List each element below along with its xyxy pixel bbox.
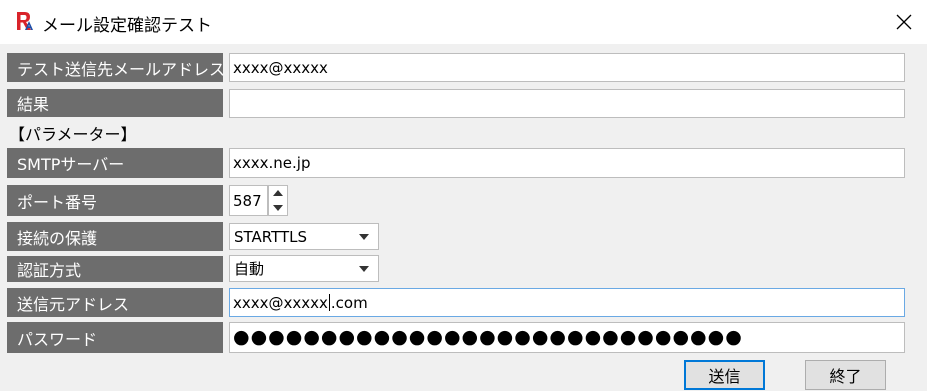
smtp-server-label: SMTPサーバー (7, 148, 223, 178)
test-address-value: xxxx@xxxxx (233, 58, 328, 77)
close-button[interactable] (881, 0, 927, 44)
chevron-down-icon (273, 205, 283, 211)
connection-security-select[interactable]: STARTTLS (229, 223, 379, 250)
port-decrement-button[interactable] (269, 201, 287, 215)
port-value: 587 (233, 191, 262, 210)
window-title: メール設定確認テスト (42, 16, 212, 36)
auth-method-select[interactable]: 自動 (229, 255, 379, 282)
send-button[interactable]: 送信 (684, 360, 765, 390)
auth-method-label: 認証方式 (7, 256, 223, 282)
password-input[interactable]: ●●●●●●●●●●●●●●●●●●●●●●●●●●●●● (229, 322, 905, 353)
password-value: ●●●●●●●●●●●●●●●●●●●●●●●●●●●●● (233, 326, 743, 348)
auth-method-value: 自動 (234, 260, 265, 278)
app-logo-icon (15, 10, 35, 32)
from-address-value-start: xxxx@xxxxx (233, 293, 328, 312)
parameters-heading: 【パラメーター】 (9, 125, 137, 144)
from-address-input[interactable]: xxxx@xxxxx .com (229, 288, 905, 317)
connection-security-label: 接続の保護 (7, 222, 223, 251)
port-increment-button[interactable] (269, 186, 287, 200)
exit-button[interactable]: 終了 (805, 360, 886, 390)
port-label: ポート番号 (7, 185, 223, 216)
text-caret (328, 294, 330, 311)
result-label: 結果 (7, 89, 223, 117)
from-address-label: 送信元アドレス (7, 288, 223, 317)
result-field[interactable] (229, 89, 905, 118)
title-bar: メール設定確認テスト (0, 0, 927, 44)
port-input[interactable]: 587 (229, 185, 268, 216)
close-icon (896, 14, 912, 30)
smtp-server-input[interactable]: xxxx.ne.jp (229, 148, 905, 178)
from-address-value-end: .com (330, 293, 368, 312)
test-address-label: テスト送信先メールアドレス (7, 53, 225, 82)
dropdown-arrow-icon (359, 265, 369, 272)
test-address-input[interactable]: xxxx@xxxxx (229, 53, 905, 82)
dropdown-arrow-icon (359, 233, 369, 240)
smtp-server-value: xxxx.ne.jp (233, 154, 311, 172)
connection-security-value: STARTTLS (234, 227, 308, 246)
password-label: パスワード (7, 322, 223, 353)
chevron-up-icon (273, 190, 283, 196)
port-stepper (268, 185, 288, 216)
